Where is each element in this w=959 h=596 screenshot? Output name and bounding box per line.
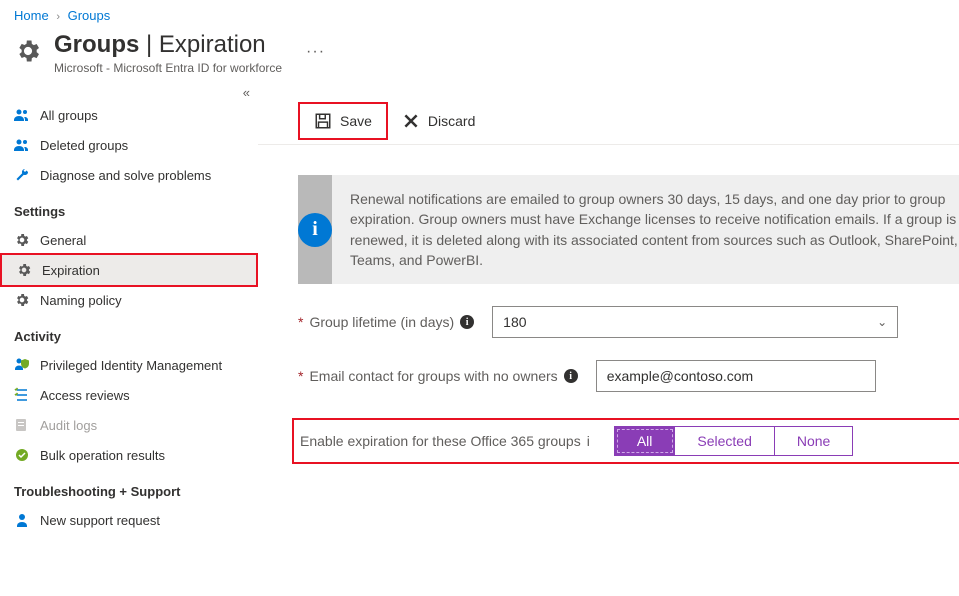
sidebar-section-settings: Settings [0, 190, 258, 225]
info-tooltip-icon[interactable]: i [564, 369, 578, 383]
sidebar-item-all-groups[interactable]: All groups [0, 100, 258, 130]
lifetime-value: 180 [503, 314, 526, 330]
wrench-icon [14, 167, 30, 183]
page-title: Groups | Expiration [54, 31, 282, 59]
info-icon-col: i [298, 175, 332, 284]
toolbar: Save Discard [258, 100, 959, 145]
info-text: Renewal notifications are emailed to gro… [332, 175, 959, 284]
sidebar-item-general[interactable]: General [0, 225, 258, 255]
checklist-icon [14, 387, 30, 403]
sidebar-item-diagnose[interactable]: Diagnose and solve problems [0, 160, 258, 190]
row-enable-expiration: Enable expiration for these Office 365 g… [292, 418, 959, 464]
sidebar-item-label: Naming policy [40, 293, 122, 308]
sidebar-item-label: Access reviews [40, 388, 130, 403]
log-icon [14, 417, 30, 433]
save-label: Save [340, 113, 372, 129]
sidebar-item-label: All groups [40, 108, 98, 123]
sidebar-item-bulk-results[interactable]: Bulk operation results [0, 440, 258, 470]
bulk-icon [14, 447, 30, 463]
breadcrumb: Home › Groups [0, 0, 959, 27]
enable-segmented-control: All Selected None [614, 426, 854, 456]
enable-opt-none[interactable]: None [775, 427, 852, 455]
discard-button[interactable]: Discard [388, 104, 489, 138]
enable-opt-selected[interactable]: Selected [675, 427, 774, 455]
sidebar-item-label: Privileged Identity Management [40, 358, 222, 373]
collapse-sidebar-icon[interactable]: « [0, 85, 258, 100]
page-header: Groups | Expiration Microsoft - Microsof… [0, 27, 959, 85]
info-icon: i [298, 213, 332, 247]
save-button[interactable]: Save [298, 102, 388, 140]
enable-label: Enable expiration for these Office 365 g… [300, 433, 590, 449]
sidebar-item-naming-policy[interactable]: Naming policy [0, 285, 258, 315]
row-email-contact: * Email contact for groups with no owner… [298, 360, 959, 392]
breadcrumb-groups[interactable]: Groups [68, 8, 111, 23]
sidebar-item-access-reviews[interactable]: Access reviews [0, 380, 258, 410]
lifetime-select[interactable]: 180 ⌄ [492, 306, 898, 338]
sidebar-item-label: General [40, 233, 86, 248]
info-tooltip-icon[interactable]: i [587, 433, 590, 449]
sidebar-item-label: Bulk operation results [40, 448, 165, 463]
row-group-lifetime: * Group lifetime (in days) i 180 ⌄ [298, 306, 959, 338]
support-person-icon [14, 512, 30, 528]
discard-label: Discard [428, 113, 475, 129]
lifetime-label: Group lifetime (in days) i [309, 314, 474, 330]
enable-opt-all[interactable]: All [615, 427, 676, 455]
sidebar-item-pim[interactable]: Privileged Identity Management [0, 350, 258, 380]
sidebar-item-expiration[interactable]: Expiration [0, 253, 258, 287]
gear-icon [14, 232, 30, 248]
sidebar-item-label: Expiration [42, 263, 100, 278]
main-content: Save Discard i Renewal notifications are… [258, 100, 959, 545]
sidebar-item-support[interactable]: New support request [0, 505, 258, 535]
info-card: i Renewal notifications are emailed to g… [298, 175, 959, 284]
sidebar-section-trouble: Troubleshooting + Support [0, 470, 258, 505]
gear-icon [16, 262, 32, 278]
required-marker: * [298, 368, 303, 384]
people-icon [14, 137, 30, 153]
breadcrumb-home[interactable]: Home [14, 8, 49, 23]
gear-icon [14, 37, 42, 65]
required-marker: * [298, 314, 303, 330]
sidebar: All groups Deleted groups Diagnose and s… [0, 100, 258, 545]
info-tooltip-icon[interactable]: i [460, 315, 474, 329]
chevron-down-icon: ⌄ [877, 315, 887, 329]
gear-icon [14, 292, 30, 308]
email-label: Email contact for groups with no owners … [309, 368, 577, 384]
email-input[interactable] [596, 360, 876, 392]
shield-person-icon [14, 357, 30, 373]
sidebar-item-label: Deleted groups [40, 138, 128, 153]
sidebar-item-audit-logs[interactable]: Audit logs [0, 410, 258, 440]
sidebar-item-label: New support request [40, 513, 160, 528]
close-icon [402, 112, 420, 130]
people-icon [14, 107, 30, 123]
more-icon[interactable]: ··· [306, 43, 325, 61]
save-icon [314, 112, 332, 130]
breadcrumb-sep: › [56, 11, 60, 23]
sidebar-item-label: Audit logs [40, 418, 97, 433]
page-subtitle: Microsoft - Microsoft Entra ID for workf… [54, 61, 282, 75]
sidebar-item-label: Diagnose and solve problems [40, 168, 211, 183]
sidebar-item-deleted-groups[interactable]: Deleted groups [0, 130, 258, 160]
sidebar-section-activity: Activity [0, 315, 258, 350]
